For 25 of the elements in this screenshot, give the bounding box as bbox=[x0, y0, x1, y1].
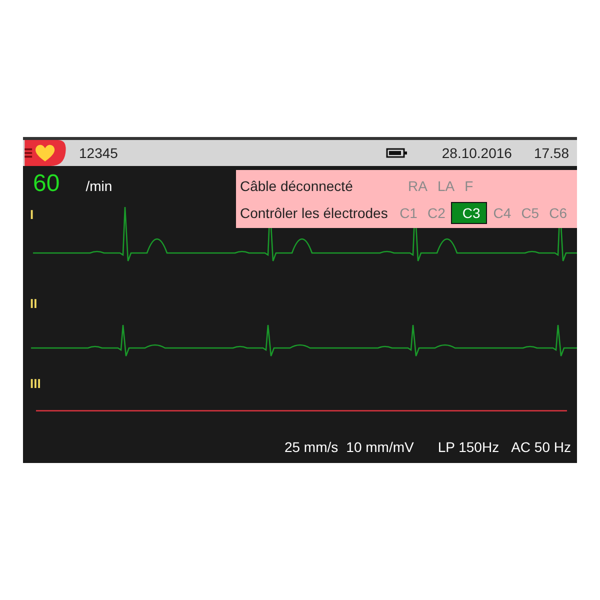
electrode-label: C2 bbox=[426, 204, 446, 222]
alert-message: Câble déconnecté bbox=[240, 178, 354, 194]
alert-message: Contrôler les électrodes bbox=[240, 204, 389, 220]
electrode-label: RA bbox=[407, 176, 428, 196]
heart-rate-value: 60 bbox=[33, 170, 60, 198]
electrode-label: C6 bbox=[548, 204, 568, 222]
gain-text: 10 mm/mV bbox=[346, 439, 414, 455]
heart-icon bbox=[23, 140, 69, 166]
electrode-label: C4 bbox=[492, 204, 512, 222]
ac-filter-text: AC 50 Hz bbox=[511, 439, 571, 455]
time-text: 17.58 bbox=[534, 145, 569, 161]
electrode-label: F bbox=[464, 176, 474, 196]
filter-text: LP 150Hz bbox=[438, 439, 500, 455]
electrode-label: LA bbox=[436, 176, 456, 196]
patient-id: 12345 bbox=[79, 145, 118, 161]
paper-speed: 25 mm/s bbox=[284, 439, 338, 455]
lead-label: II bbox=[30, 296, 38, 311]
date-text: 28.10.2016 bbox=[442, 145, 512, 161]
lead-label: III bbox=[30, 376, 41, 391]
electrode-label: C1 bbox=[398, 204, 418, 222]
battery-icon bbox=[386, 148, 408, 158]
lead-label: I bbox=[30, 207, 34, 222]
electrode-label: C3 bbox=[451, 202, 488, 224]
heart-rate-unit: /min bbox=[86, 178, 112, 194]
electrode-label: C5 bbox=[520, 204, 540, 222]
